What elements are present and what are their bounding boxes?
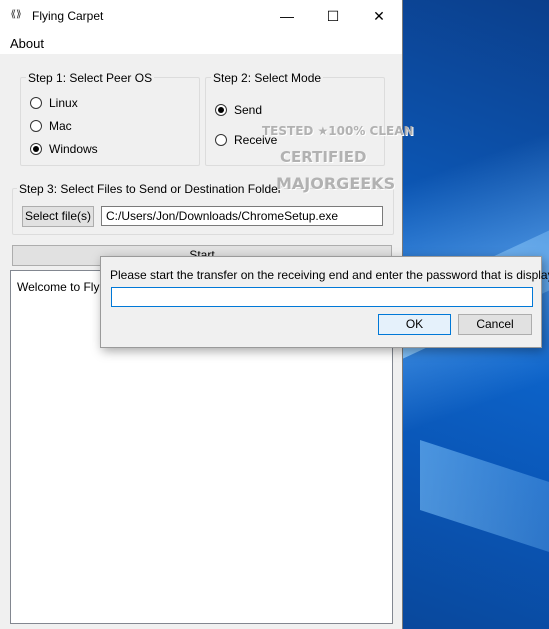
radio-linux-label: Linux xyxy=(49,96,78,110)
maximize-button[interactable]: ☐ xyxy=(310,0,356,32)
dialog-message: Please start the transfer on the receivi… xyxy=(110,268,549,282)
select-files-button[interactable]: Select file(s) xyxy=(22,206,94,227)
radio-mac-label: Mac xyxy=(49,119,72,133)
radio-send[interactable]: Send xyxy=(215,103,262,117)
menu-about[interactable]: About xyxy=(10,36,44,51)
watermark-line-3: MAJORGEEKS xyxy=(276,174,396,193)
radio-mac[interactable]: Mac xyxy=(30,119,72,133)
wallpaper-light-beam xyxy=(420,440,549,588)
password-input[interactable] xyxy=(111,287,533,307)
radio-linux[interactable]: Linux xyxy=(30,96,78,110)
radio-button-selected[interactable] xyxy=(215,104,227,116)
watermark-line-1: TESTED ★100% CLEAN xyxy=(262,124,414,138)
radio-send-label: Send xyxy=(234,103,263,117)
majorgeeks-watermark: TESTED ★100% CLEAN CERTIFIED MAJORGEEKS xyxy=(262,122,414,202)
radio-windows[interactable]: Windows xyxy=(30,142,98,156)
radio-button-selected[interactable] xyxy=(30,143,42,155)
watermark-line-2: CERTIFIED xyxy=(280,148,367,166)
carpet-app-icon: ⟪⟫ xyxy=(10,9,22,20)
minimize-button[interactable]: — xyxy=(264,0,310,32)
radio-button[interactable] xyxy=(215,134,227,146)
path-field[interactable]: C:/Users/Jon/Downloads/ChromeSetup.exe xyxy=(101,206,383,226)
radio-button[interactable] xyxy=(30,120,42,132)
peer-os-group-title: Step 1: Select Peer OS xyxy=(26,71,155,85)
cancel-button[interactable]: Cancel xyxy=(458,314,532,335)
title-bar[interactable]: ⟪⟫ Flying Carpet — ☐ ✕ xyxy=(0,0,402,32)
files-group-title: Step 3: Select Files to Send or Destinat… xyxy=(17,182,284,196)
radio-windows-label: Windows xyxy=(49,142,98,156)
menu-bar: About xyxy=(0,32,402,54)
password-dialog: Please start the transfer on the receivi… xyxy=(100,256,549,348)
ok-button[interactable]: OK xyxy=(378,314,451,335)
close-button[interactable]: ✕ xyxy=(356,0,402,32)
radio-button[interactable] xyxy=(30,97,42,109)
mode-group-title: Step 2: Select Mode xyxy=(211,71,324,85)
window-title: Flying Carpet xyxy=(32,9,104,23)
